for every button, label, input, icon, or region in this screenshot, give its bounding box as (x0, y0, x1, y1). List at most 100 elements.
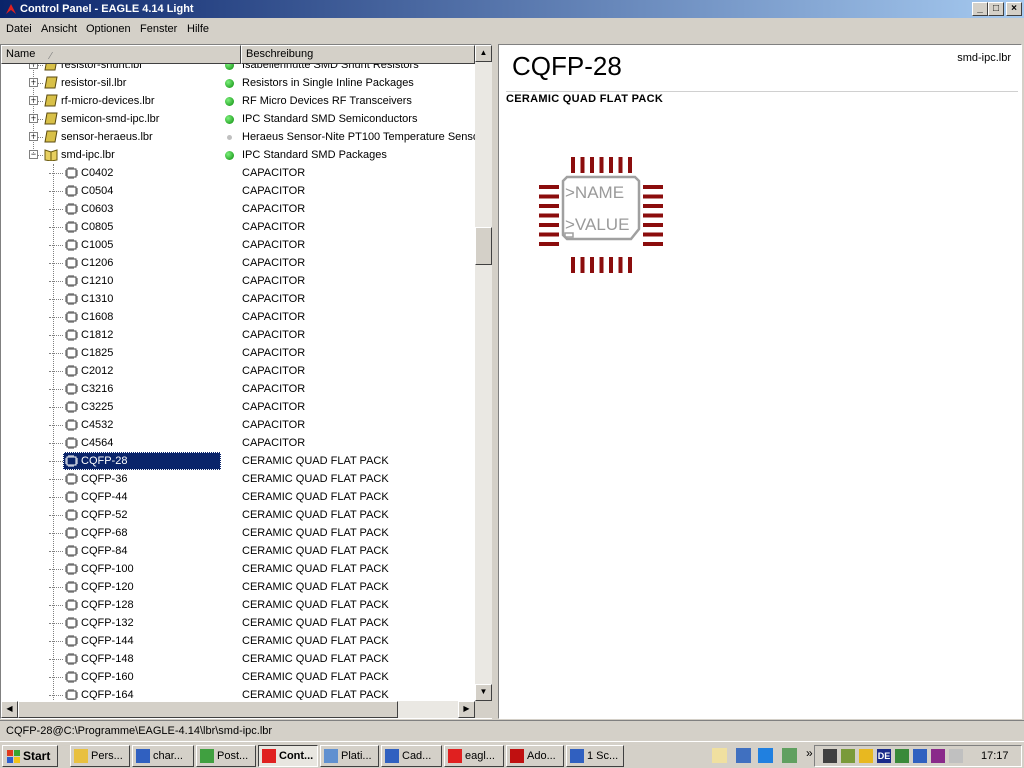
language-indicator[interactable]: DE (877, 749, 891, 763)
column-header-description[interactable]: Beschreibung (241, 45, 475, 64)
warning-icon[interactable] (859, 749, 873, 763)
tree-library-row[interactable]: + resistor-shunt.lbr Isabellenhütte SMD … (1, 64, 475, 74)
tree-package-row[interactable]: C1812 CAPACITOR (1, 326, 475, 344)
tree-library-row[interactable]: + resistor-sil.lbr Resistors in Single I… (1, 74, 475, 92)
tree-package-row[interactable]: C1825 CAPACITOR (1, 344, 475, 362)
taskbar-button[interactable]: 1 Sc... (566, 745, 624, 767)
tree-package-row[interactable]: C0805 CAPACITOR (1, 218, 475, 236)
preview-library-name: smd-ipc.lbr (957, 52, 1011, 64)
tree-package-row[interactable]: CQFP-132 CERAMIC QUAD FLAT PACK (1, 614, 475, 632)
tree-library-row[interactable]: + rf-micro-devices.lbr RF Micro Devices … (1, 92, 475, 110)
package-pad (628, 157, 632, 173)
sort-arrow-icon: ⁄ (50, 51, 52, 62)
package-description-cell: CERAMIC QUAD FLAT PACK (242, 653, 389, 665)
column-header-name[interactable]: Name ⁄ (1, 45, 241, 64)
tree-package-row[interactable]: C4564 CAPACITOR (1, 434, 475, 452)
explorer-icon[interactable] (736, 748, 751, 763)
tree-package-row[interactable]: C3225 CAPACITOR (1, 398, 475, 416)
tree-package-row[interactable]: CQFP-120 CERAMIC QUAD FLAT PACK (1, 578, 475, 596)
printer-icon[interactable] (895, 749, 909, 763)
tree-package-row[interactable]: C1608 CAPACITOR (1, 308, 475, 326)
taskbar-button[interactable]: Ado... (506, 745, 564, 767)
title-bar[interactable]: Control Panel - EAGLE 4.14 Light _ □ × (0, 0, 1024, 18)
package-pad (628, 257, 632, 273)
monitor-icon[interactable] (841, 749, 855, 763)
taskbar-button[interactable]: char... (132, 745, 194, 767)
package-name: C1310 (81, 293, 114, 305)
tree-package-row[interactable]: C3216 CAPACITOR (1, 380, 475, 398)
close-button[interactable]: × (1006, 2, 1022, 16)
tree-package-row[interactable]: C1005 CAPACITOR (1, 236, 475, 254)
package-name: CQFP-84 (81, 545, 128, 557)
scroll-right-button[interactable]: ▶ (458, 701, 475, 718)
taskbar-button[interactable]: Plati... (320, 745, 379, 767)
tree-package-row[interactable]: CQFP-160 CERAMIC QUAD FLAT PACK (1, 668, 475, 686)
menu-datei[interactable]: Datei (6, 23, 32, 35)
package-name: C1812 (81, 329, 114, 341)
eagle-icon (448, 749, 462, 763)
taskbar-button[interactable]: Pers... (70, 745, 130, 767)
tree-package-row[interactable]: C1310 CAPACITOR (1, 290, 475, 308)
taskbar-button[interactable]: Cad... (381, 745, 442, 767)
scroll-left-button[interactable]: ◀ (1, 701, 18, 718)
minimize-button[interactable]: _ (972, 2, 988, 16)
tree-package-row[interactable]: CQFP-100 CERAMIC QUAD FLAT PACK (1, 560, 475, 578)
maximize-button[interactable]: □ (988, 2, 1004, 16)
tree-horizontal-scrollbar[interactable]: ◀ ▶ (1, 701, 475, 718)
library-name: resistor-shunt.lbr (61, 64, 143, 71)
tree-package-row[interactable]: CQFP-44 CERAMIC QUAD FLAT PACK (1, 488, 475, 506)
ie-icon[interactable] (758, 748, 773, 763)
tree-package-row[interactable]: C1210 CAPACITOR (1, 272, 475, 290)
desktop-icon[interactable] (712, 748, 727, 763)
tree-view[interactable]: + resistor-shunt.lbr Isabellenhütte SMD … (1, 64, 475, 700)
tree-library-row[interactable]: − smd-ipc.lbr IPC Standard SMD Packages (1, 146, 475, 164)
menu-fenster[interactable]: Fenster (140, 23, 177, 35)
tree-package-row[interactable]: CQFP-52 CERAMIC QUAD FLAT PACK (1, 506, 475, 524)
tree-package-row[interactable]: CQFP-128 CERAMIC QUAD FLAT PACK (1, 596, 475, 614)
tree-package-row[interactable]: CQFP-68 CERAMIC QUAD FLAT PACK (1, 524, 475, 542)
tree-package-row[interactable]: CQFP-36 CERAMIC QUAD FLAT PACK (1, 470, 475, 488)
tree-package-row[interactable]: CQFP-144 CERAMIC QUAD FLAT PACK (1, 632, 475, 650)
scroll-down-button[interactable]: ▼ (475, 684, 492, 701)
package-description-cell: CAPACITOR (242, 203, 306, 215)
menu-hilfe[interactable]: Hilfe (187, 23, 209, 35)
tree-package-row[interactable]: CQFP-164 CERAMIC QUAD FLAT PACK (1, 686, 475, 700)
status-green-icon (225, 115, 234, 124)
package-description-cell: CAPACITOR (242, 329, 306, 341)
tree-package-row[interactable]: C4532 CAPACITOR (1, 416, 475, 434)
scroll-thumb[interactable] (475, 227, 492, 265)
tree-library-row[interactable]: + semicon-smd-ipc.lbr IPC Standard SMD S… (1, 110, 475, 128)
tree-package-row[interactable]: C0504 CAPACITOR (1, 182, 475, 200)
taskbar-button[interactable]: Cont... (258, 745, 318, 767)
tree-package-row[interactable]: C0402 CAPACITOR (1, 164, 475, 182)
tree-package-row[interactable]: C1206 CAPACITOR (1, 254, 475, 272)
start-button[interactable]: Start (2, 745, 58, 767)
library-name: rf-micro-devices.lbr (61, 95, 155, 107)
package-description: CERAMIC QUAD FLAT PACK (506, 93, 664, 105)
menu-ansicht[interactable]: Ansicht (41, 23, 77, 35)
scroll-up-button[interactable]: ▲ (475, 45, 492, 62)
package-description-cell: CERAMIC QUAD FLAT PACK (242, 599, 389, 611)
status-green-icon (225, 64, 234, 70)
taskbar-button[interactable]: Post... (196, 745, 256, 767)
tree-library-row[interactable]: + sensor-heraeus.lbr Heraeus Sensor-Nite… (1, 128, 475, 146)
tree-package-row[interactable]: C2012 CAPACITOR (1, 362, 475, 380)
magnifier-icon[interactable] (949, 749, 963, 763)
tree-package-row[interactable]: C0603 CAPACITOR (1, 200, 475, 218)
tree-package-row-selected[interactable]: CQFP-28 CERAMIC QUAD FLAT PACK (1, 452, 475, 470)
app-icon[interactable] (782, 748, 797, 763)
taskbar-button[interactable]: eagl... (444, 745, 504, 767)
quicklaunch-more-icon[interactable]: » (806, 746, 813, 760)
tool-icon[interactable] (931, 749, 945, 763)
shield-icon[interactable] (913, 749, 927, 763)
menu-optionen[interactable]: Optionen (86, 23, 131, 35)
tree-vertical-scrollbar[interactable]: ▲ ▼ (475, 45, 492, 701)
tree-package-row[interactable]: CQFP-84 CERAMIC QUAD FLAT PACK (1, 542, 475, 560)
package-name: CQFP-164 (81, 689, 134, 700)
package-description-cell: CAPACITOR (242, 221, 306, 233)
horizontal-scroll-thumb[interactable] (18, 701, 398, 718)
tree-package-row[interactable]: CQFP-148 CERAMIC QUAD FLAT PACK (1, 650, 475, 668)
clock[interactable]: 17:17 (981, 750, 1009, 762)
status-green-icon (225, 97, 234, 106)
network-icon[interactable] (823, 749, 837, 763)
